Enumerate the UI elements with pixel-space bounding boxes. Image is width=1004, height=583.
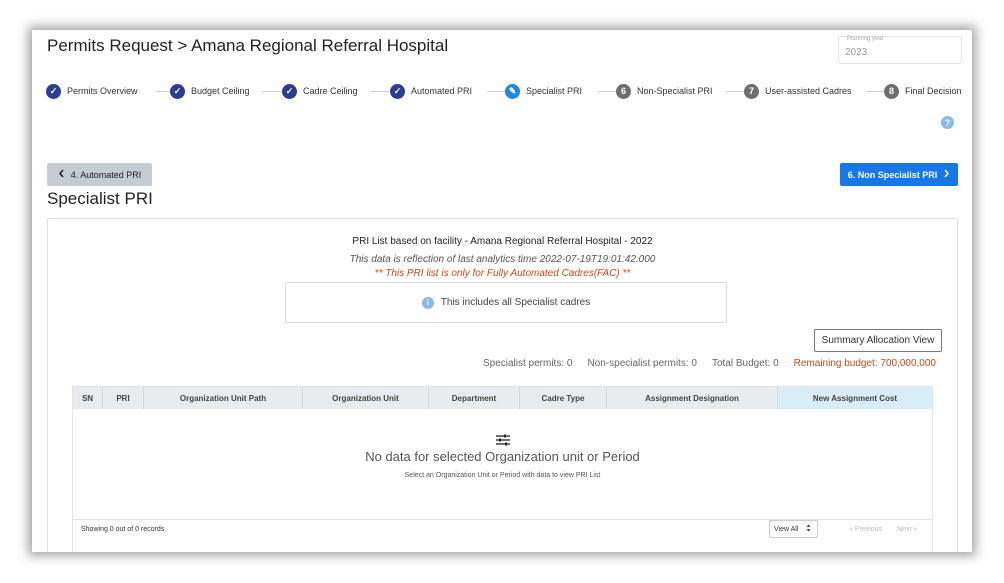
next-page-button[interactable]: Next » bbox=[897, 526, 917, 533]
column-header-department[interactable]: Department bbox=[429, 387, 520, 409]
step-specialist-pri[interactable]: ✎ Specialist PRI bbox=[505, 83, 582, 99]
previous-page-button[interactable]: « Previous bbox=[849, 526, 882, 533]
step-number: 6 bbox=[616, 83, 631, 99]
pri-panel: PRI List based on facility - Amana Regio… bbox=[47, 218, 958, 552]
remaining-budget: Remaining budget: 700,000,000 bbox=[793, 358, 936, 369]
step-number: 8 bbox=[884, 83, 899, 99]
column-header-assignment-designation[interactable]: Assignment Designation bbox=[607, 387, 778, 409]
step-label: Permits Overview bbox=[67, 86, 138, 96]
empty-state-subtitle: Select an Organization Unit or Period wi… bbox=[404, 472, 601, 479]
check-icon: ✓ bbox=[390, 83, 405, 99]
question-icon[interactable]: ? bbox=[941, 116, 954, 129]
step-label: Cadre Ceiling bbox=[303, 86, 358, 96]
permit-stats: Specialist permits: 0 Non-specialist per… bbox=[483, 358, 936, 369]
sliders-icon bbox=[73, 434, 932, 449]
next-button-label: 6. Non Specialist PRI bbox=[847, 169, 938, 180]
check-icon: ✓ bbox=[282, 83, 297, 99]
step-label: Non-Specialist PRI bbox=[637, 86, 713, 96]
pagination: « Previous Next » bbox=[849, 526, 917, 533]
chevron-right-icon bbox=[943, 169, 950, 180]
specialist-permits: Specialist permits: 0 bbox=[482, 358, 573, 369]
pri-table: SN PRI Organization Unit Path Organizati… bbox=[72, 386, 933, 552]
stepper: ✓ Permits Overview ✓ Budget Ceiling ✓ Ca… bbox=[46, 83, 966, 101]
step-final-decision[interactable]: 8 Final Decision bbox=[884, 83, 962, 99]
step-label: Specialist PRI bbox=[526, 86, 583, 96]
step-user-assisted-cadres[interactable]: 7 User-assisted Cadres bbox=[744, 83, 852, 99]
step-cadre-ceiling[interactable]: ✓ Cadre Ceiling bbox=[282, 83, 358, 99]
page-size-value: View All bbox=[774, 525, 799, 533]
back-automated-pri-button[interactable]: 4. Automated PRI bbox=[47, 163, 152, 186]
info-text: This includes all Specialist cadres bbox=[440, 297, 591, 308]
info-box: i This includes all Specialist cadres bbox=[285, 282, 727, 323]
planning-year-value: 2023 bbox=[845, 47, 868, 58]
step-budget-ceiling[interactable]: ✓ Budget Ceiling bbox=[170, 83, 250, 99]
step-permits-overview[interactable]: ✓ Permits Overview bbox=[46, 83, 138, 99]
analytics-note: This data is reflection of last analytic… bbox=[349, 254, 656, 265]
step-label: User-assisted Cadres bbox=[765, 86, 852, 96]
step-automated-pri[interactable]: ✓ Automated PRI bbox=[390, 83, 472, 99]
step-connector bbox=[262, 91, 282, 92]
step-number: 7 bbox=[744, 83, 759, 99]
column-header-org-unit-path[interactable]: Organization Unit Path bbox=[144, 387, 303, 409]
info-icon: i bbox=[421, 296, 434, 309]
chevron-left-icon bbox=[58, 169, 65, 180]
step-connector bbox=[370, 91, 390, 92]
table-header: SN PRI Organization Unit Path Organizati… bbox=[73, 387, 932, 409]
check-icon: ✓ bbox=[46, 83, 61, 99]
page-title: Permits Request > Amana Regional Referra… bbox=[47, 36, 449, 55]
pri-list-title: PRI List based on facility - Amana Regio… bbox=[352, 236, 653, 247]
non-specialist-permits: Non-specialist permits: 0 bbox=[587, 358, 697, 369]
step-connector bbox=[487, 91, 505, 92]
summary-allocation-view-button[interactable]: Summary Allocation View bbox=[814, 329, 942, 352]
column-header-sn[interactable]: SN bbox=[73, 387, 103, 409]
column-header-new-assignment-cost[interactable]: New Assignment Cost bbox=[778, 387, 932, 409]
step-non-specialist-pri[interactable]: 6 Non-Specialist PRI bbox=[616, 83, 713, 99]
empty-state-title: No data for selected Organization unit o… bbox=[365, 449, 640, 464]
sort-arrows-icon bbox=[806, 524, 811, 534]
app-window: Permits Request > Amana Regional Referra… bbox=[32, 30, 972, 552]
planning-year-label: Planning year bbox=[847, 36, 884, 42]
fac-warning: ** This PRI list is only for Fully Autom… bbox=[374, 268, 631, 279]
step-connector bbox=[866, 91, 884, 92]
step-label: Budget Ceiling bbox=[191, 86, 250, 96]
column-header-org-unit[interactable]: Organization Unit bbox=[303, 387, 429, 409]
back-button-label: 4. Automated PRI bbox=[70, 169, 142, 180]
step-label: Automated PRI bbox=[411, 86, 473, 96]
step-label: Final Decision bbox=[905, 86, 962, 96]
column-header-cadre-type[interactable]: Cadre Type bbox=[520, 387, 607, 409]
next-non-specialist-pri-button[interactable]: 6. Non Specialist PRI bbox=[840, 163, 958, 186]
planning-year-field[interactable]: Planning year 2023 bbox=[838, 36, 962, 64]
step-connector bbox=[726, 91, 744, 92]
page-size-select[interactable]: View All bbox=[769, 520, 818, 538]
total-budget: Total Budget: 0 bbox=[711, 358, 779, 369]
step-connector bbox=[598, 91, 616, 92]
records-count: Showing 0 out of 0 records bbox=[81, 526, 165, 533]
section-heading: Specialist PRI bbox=[47, 189, 153, 208]
column-header-pri[interactable]: PRI bbox=[103, 387, 144, 409]
pencil-icon: ✎ bbox=[505, 83, 520, 99]
check-icon: ✓ bbox=[170, 83, 185, 99]
